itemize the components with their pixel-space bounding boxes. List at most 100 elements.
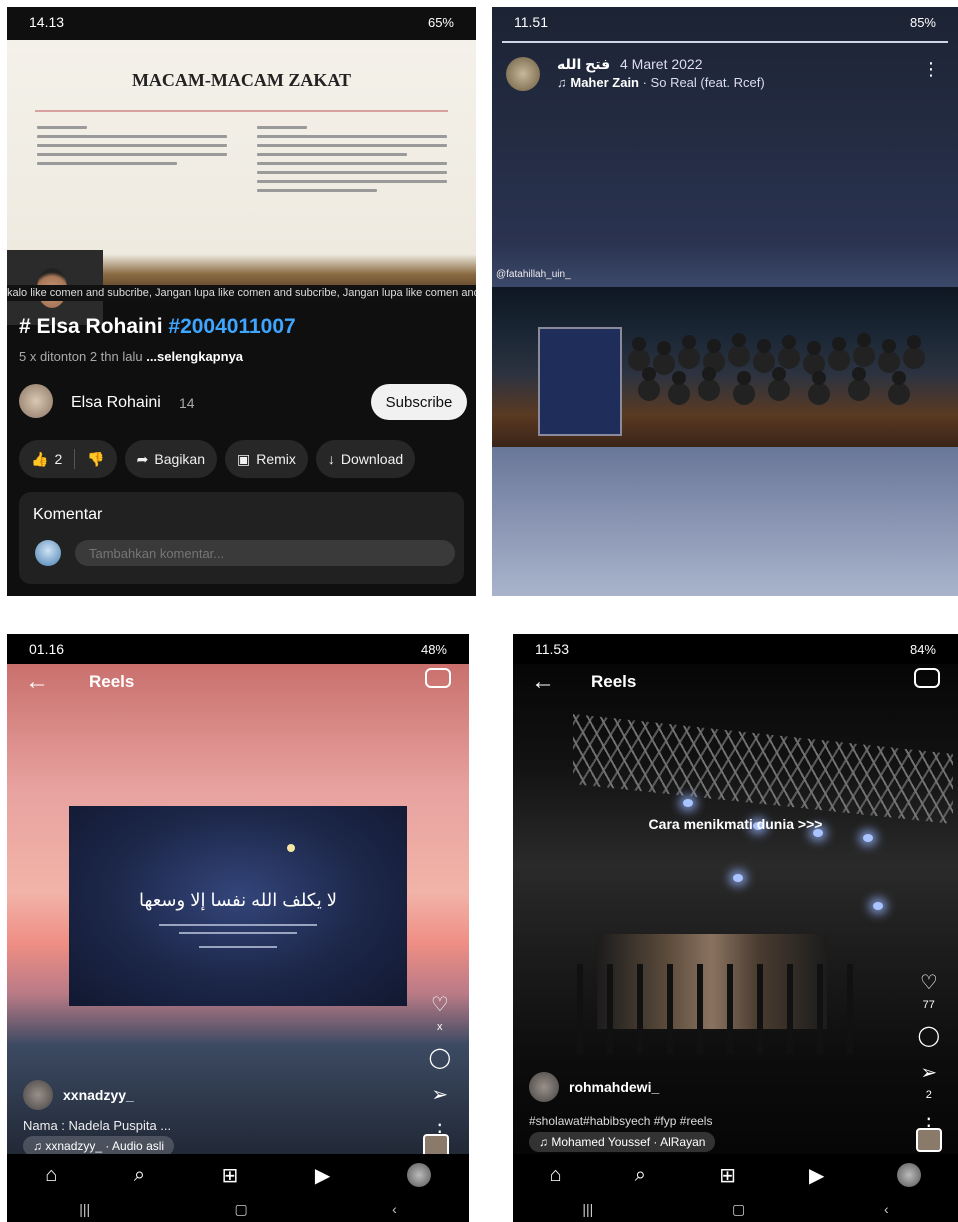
video-player[interactable]: MACAM-MACAM ZAKAT	[7, 40, 476, 325]
stage-truss	[573, 714, 953, 824]
music-artist: Maher Zain	[570, 75, 639, 90]
comment-input[interactable]	[75, 540, 455, 566]
document-title: MACAM-MACAM ZAKAT	[131, 70, 352, 90]
channel-name[interactable]: Elsa Rohaini	[71, 394, 161, 412]
home-button-icon[interactable]: ▢	[732, 1201, 745, 1218]
create-post-icon[interactable]: ⊞	[719, 1163, 736, 1188]
story-author[interactable]: فتح الله	[557, 56, 610, 73]
like-count: 77	[922, 999, 935, 1011]
system-navigation: ||| ▢ ‹	[7, 1196, 469, 1222]
arabic-quote: لا يكلف الله نفسا إلا وسعها	[138, 890, 338, 910]
send-icon[interactable]: ➢	[920, 1060, 937, 1085]
profile-avatar[interactable]	[897, 1163, 922, 1187]
more-link[interactable]: ...selengkapnya	[146, 349, 243, 364]
reels-icon[interactable]: ▶	[315, 1163, 330, 1188]
bottom-navigation: ⌂ ⌕ ⊞ ▶	[513, 1154, 958, 1196]
send-icon[interactable]: ➢	[431, 1082, 448, 1107]
reels-title: Reels	[591, 672, 637, 691]
story-music[interactable]: ♫ Maher Zain · So Real (feat. Rcef)	[557, 75, 765, 90]
download-icon: ↓	[327, 451, 335, 467]
author-username[interactable]: rohmahdewi_	[569, 1079, 659, 1095]
home-icon[interactable]: ⌂	[550, 1164, 562, 1187]
view-info: 5 x ditonton 2 thn lalu	[19, 349, 147, 364]
more-options-icon[interactable]: ⋮	[922, 59, 940, 80]
comments-section[interactable]: Komentar	[19, 492, 464, 584]
home-button-icon[interactable]: ▢	[235, 1201, 248, 1218]
back-arrow-icon[interactable]: ←	[25, 668, 49, 696]
reels-title: Reels	[89, 672, 135, 691]
comment-icon[interactable]: ◯	[429, 1045, 451, 1070]
create-post-icon[interactable]: ⊞	[222, 1163, 239, 1188]
back-arrow-icon[interactable]: ←	[531, 668, 555, 696]
audio-thumbnail[interactable]	[916, 1128, 942, 1152]
heart-icon[interactable]: ♡	[920, 970, 938, 995]
subscriber-count: 14	[179, 395, 195, 411]
comment-icon[interactable]: ◯	[918, 1023, 940, 1048]
youtube-screenshot: 14.13 65% MACAM-MACAM ZAKAT kalo like co…	[7, 7, 476, 596]
recent-apps-icon[interactable]: |||	[582, 1201, 593, 1217]
music-song: · So Real (feat. Rcef)	[639, 75, 765, 90]
thumbs-down-icon[interactable]: 👎	[87, 451, 104, 468]
reel-author[interactable]: xxnadzyy_	[23, 1080, 134, 1110]
video-title-hashtag[interactable]: #2004011007	[168, 315, 295, 338]
system-navigation: ||| ▢ ‹	[513, 1196, 958, 1222]
search-icon[interactable]: ⌕	[635, 1164, 646, 1187]
status-time: 01.16	[29, 641, 65, 657]
like-count: x	[437, 1021, 443, 1033]
reel-caption[interactable]: Nama : Nadela Puspita ...	[23, 1118, 171, 1133]
music-note-icon: ♫	[557, 75, 571, 90]
remix-label: Remix	[256, 451, 296, 467]
reel-caption[interactable]: #sholawat#habibsyech #fyp #reels	[529, 1114, 712, 1128]
back-button-icon[interactable]: ‹	[884, 1201, 889, 1217]
reel-audio[interactable]: ♫ xxnadzyy_ · Audio asli	[23, 1136, 175, 1156]
video-title-name: # Elsa Rohaini	[19, 315, 169, 338]
download-label: Download	[340, 451, 404, 467]
document-rule	[35, 110, 448, 112]
channel-row: Elsa Rohaini 14 Subscribe	[19, 382, 467, 424]
battery-level: 85%	[909, 14, 936, 30]
photo-mention[interactable]: @fatahillah_uin_	[496, 269, 571, 280]
moon-icon	[287, 844, 295, 852]
reels-icon[interactable]: ▶	[809, 1163, 824, 1188]
document-column-right	[257, 126, 447, 198]
download-button[interactable]: ↓ Download	[315, 440, 416, 478]
quote-card: لا يكلف الله نفسا إلا وسعها	[69, 806, 407, 1006]
reel-author[interactable]: rohmahdewi_	[529, 1072, 659, 1102]
bottom-navigation: ⌂ ⌕ ⊞ ▶	[7, 1154, 469, 1196]
camera-icon[interactable]	[914, 668, 940, 688]
author-avatar[interactable]	[23, 1080, 53, 1110]
instagram-reels-screenshot-1: 01.16 48% ← Reels لا يكلف الله نفسا إلا …	[7, 634, 469, 1222]
heart-icon[interactable]: ♡	[431, 992, 449, 1017]
story-avatar[interactable]	[506, 57, 540, 91]
status-bar: 01.16 48%	[7, 634, 469, 664]
back-button-icon[interactable]: ‹	[392, 1201, 397, 1217]
recent-apps-icon[interactable]: |||	[79, 1201, 90, 1217]
battery-level: 84%	[909, 641, 936, 657]
share-button[interactable]: ➦ Bagikan	[124, 440, 217, 478]
camera-icon[interactable]	[425, 668, 451, 688]
reel-audio[interactable]: ♫ Mohamed Youssef · AlRayan	[529, 1132, 716, 1152]
status-bar: 11.53 84%	[513, 634, 958, 664]
subscribe-button[interactable]: Subscribe	[371, 384, 467, 420]
profile-avatar[interactable]	[406, 1163, 431, 1187]
search-icon[interactable]: ⌕	[134, 1164, 145, 1187]
channel-avatar[interactable]	[19, 384, 53, 418]
author-username[interactable]: xxnadzyy_	[63, 1087, 134, 1103]
action-bar: 👍 2 👎 ➦ Bagikan ▣ Remix ↓ Download	[19, 440, 416, 480]
video-meta: 5 x ditonton 2 thn lalu ...selengkapnya	[19, 349, 243, 364]
facebook-story-screenshot: 11.51 85% فتح الله 4 Maret 2022 ♫ Maher …	[492, 7, 958, 596]
author-avatar[interactable]	[529, 1072, 559, 1102]
home-icon[interactable]: ⌂	[45, 1164, 57, 1187]
remix-button[interactable]: ▣ Remix	[225, 440, 308, 478]
battery-level: 48%	[420, 641, 447, 657]
status-time: 14.13	[29, 14, 65, 30]
user-avatar	[35, 540, 61, 566]
share-label: Bagikan	[154, 451, 205, 467]
status-bar: 11.51 85%	[492, 7, 958, 37]
like-dislike-pill: 👍 2 👎	[19, 440, 117, 478]
audio-label: Mohamed Youssef · AlRayan	[551, 1135, 706, 1149]
thumbs-up-icon[interactable]: 👍	[31, 451, 48, 468]
story-progress-bar	[502, 41, 948, 43]
story-date: 4 Maret 2022	[620, 56, 703, 72]
status-bar: 14.13 65%	[7, 7, 476, 37]
